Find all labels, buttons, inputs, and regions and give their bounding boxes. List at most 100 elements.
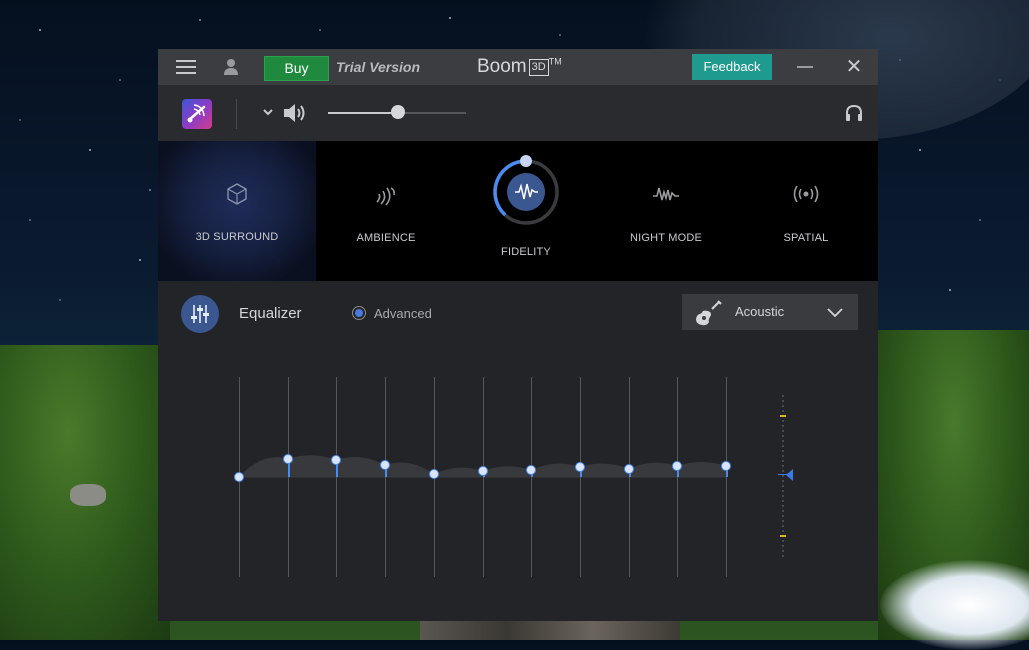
gain-tick — [782, 425, 784, 427]
brand-name: Boom — [477, 56, 527, 77]
effect-spatial[interactable]: SPATIAL — [736, 141, 876, 281]
effect-3d-surround[interactable]: 3D SURROUND — [158, 141, 316, 281]
hamburger-icon[interactable] — [174, 58, 198, 76]
trial-version-label: Trial Version — [336, 59, 421, 75]
effect-label: SPATIAL — [783, 232, 829, 244]
gain-tick — [782, 420, 784, 422]
gain-tick — [782, 450, 784, 452]
effect-night-mode[interactable]: NIGHT MODE — [596, 141, 736, 281]
preset-name: Acoustic — [735, 304, 785, 319]
feedback-button[interactable]: Feedback — [692, 54, 772, 80]
effect-label: FIDELITY — [501, 246, 551, 258]
eq-band-track[interactable] — [288, 377, 289, 577]
toolbar-divider — [236, 99, 237, 129]
eq-band-track[interactable] — [677, 377, 678, 577]
guitar-icon — [696, 300, 722, 326]
gain-tick — [782, 455, 784, 457]
advanced-label[interactable]: Advanced — [374, 306, 432, 321]
effect-label: 3D SURROUND — [195, 231, 279, 243]
eq-band-knob[interactable] — [672, 461, 682, 471]
minimize-icon[interactable] — [794, 57, 816, 77]
brand-box: 3D — [528, 59, 549, 76]
equalizer-sliders-icon[interactable] — [181, 295, 219, 333]
gain-tick — [782, 460, 784, 462]
eq-band-knob[interactable] — [526, 465, 536, 475]
eq-band-knob[interactable] — [380, 460, 390, 470]
equalizer-title: Equalizer — [239, 305, 302, 322]
gain-tick — [782, 485, 784, 487]
effect-ambience[interactable]: AMBIENCE — [316, 141, 456, 281]
advanced-radio[interactable] — [352, 306, 366, 320]
gain-tick — [782, 545, 784, 547]
cube-icon — [227, 183, 247, 205]
gain-tick — [782, 550, 784, 552]
gain-tick — [782, 520, 784, 522]
gain-limit-mark — [780, 535, 786, 537]
eq-band-knob[interactable] — [478, 466, 488, 476]
gain-tick — [782, 465, 784, 467]
preset-dropdown[interactable]: Acoustic — [682, 294, 858, 330]
boom-logo-icon[interactable] — [182, 99, 212, 129]
chevron-down-icon[interactable] — [261, 105, 275, 119]
gain-tick — [782, 525, 784, 527]
gain-tick — [782, 515, 784, 517]
master-gain-slider[interactable] — [786, 469, 793, 481]
buy-button[interactable]: Buy — [264, 56, 329, 81]
eq-band-knob[interactable] — [283, 454, 293, 464]
eq-band-knob[interactable] — [331, 455, 341, 465]
gain-tick — [782, 555, 784, 557]
gain-tick — [782, 400, 784, 402]
eq-band-track[interactable] — [336, 377, 337, 577]
headphones-icon[interactable] — [844, 103, 864, 123]
effect-label: AMBIENCE — [356, 232, 416, 244]
equalizer-bands — [158, 281, 878, 621]
equalizer-panel: Equalizer Advanced Acoustic — [158, 281, 878, 621]
gain-tick — [782, 505, 784, 507]
gain-tick — [782, 530, 784, 532]
volume-fill — [328, 112, 399, 114]
gain-tick — [782, 500, 784, 502]
eq-band-track[interactable] — [726, 377, 727, 577]
gain-tick — [782, 510, 784, 512]
eq-band-knob[interactable] — [624, 464, 634, 474]
speaker-icon[interactable] — [282, 101, 310, 125]
gain-tick — [782, 435, 784, 437]
gain-tick — [782, 410, 784, 412]
chevron-down-icon — [827, 308, 843, 318]
gain-tick — [782, 480, 784, 482]
eq-band-track[interactable] — [531, 377, 532, 577]
eq-band-knob[interactable] — [429, 469, 439, 479]
gain-tick — [782, 430, 784, 432]
effects-bar: 3D SURROUND AMBIENCE FIDELITY NIGHT MODE… — [158, 141, 878, 281]
rocks-bottom — [420, 620, 680, 640]
toolbar — [158, 85, 878, 141]
rock — [70, 484, 106, 506]
gain-tick — [782, 470, 784, 472]
eq-band-knob[interactable] — [234, 472, 244, 482]
volume-knob[interactable] — [391, 105, 406, 119]
radio-dot — [355, 309, 363, 317]
gain-tick — [782, 540, 784, 542]
gain-tick — [782, 440, 784, 442]
eq-band-track[interactable] — [629, 377, 630, 577]
user-icon[interactable] — [221, 57, 241, 77]
eq-band-knob[interactable] — [575, 462, 585, 472]
gain-limit-mark — [780, 415, 786, 417]
spatial-icon — [793, 185, 819, 203]
gain-tick — [782, 490, 784, 492]
gain-tick — [782, 405, 784, 407]
eq-band-track[interactable] — [483, 377, 484, 577]
gain-tick — [782, 395, 784, 397]
eq-band-knob[interactable] — [721, 461, 731, 471]
brand-tm: TM — [548, 56, 562, 67]
app-brand: Boom 3D TM — [477, 56, 562, 78]
eq-band-track[interactable] — [385, 377, 386, 577]
eq-band-track[interactable] — [580, 377, 581, 577]
fidelity-dial[interactable] — [491, 155, 561, 225]
eq-curve — [239, 455, 726, 478]
gain-tick — [782, 495, 784, 497]
effect-label: NIGHT MODE — [629, 232, 703, 244]
volume-slider[interactable] — [328, 105, 466, 119]
close-icon[interactable]: ✕ — [844, 57, 864, 77]
effect-fidelity[interactable]: FIDELITY — [456, 141, 596, 281]
